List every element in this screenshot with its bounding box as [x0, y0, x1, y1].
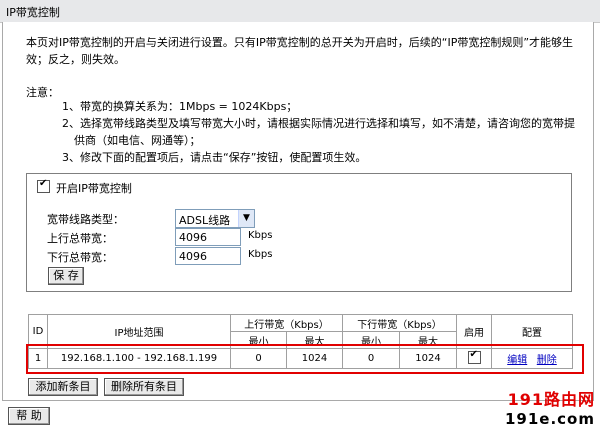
help-button[interactable]: 帮 助 — [8, 407, 50, 425]
down-bandwidth-value: 4096 — [179, 250, 207, 263]
notes-heading: 注意： — [26, 86, 59, 99]
header-up: 上行带宽（Kbps） — [230, 314, 343, 332]
watermark-line2: 191e.com — [504, 410, 595, 428]
title-bar: IP带宽控制 — [0, 0, 600, 23]
note-item: 供商（如电信、网通等）； — [74, 134, 201, 147]
watermark-logo: 191路由网 191e.com — [495, 386, 595, 428]
add-entry-button[interactable]: 添加新条目 — [28, 378, 98, 396]
delete-all-button[interactable]: 删除所有条目 — [104, 378, 184, 396]
down-bandwidth-input[interactable]: 4096 — [175, 247, 241, 265]
line-type-label: 宽带线路类型： — [47, 213, 124, 226]
watermark-line1: 191路由网 — [507, 390, 595, 409]
header-down: 下行带宽（Kbps） — [342, 314, 457, 332]
enable-checkbox[interactable] — [37, 178, 50, 193]
up-unit: Kbps — [248, 230, 273, 241]
note-item: 2、选择宽带线路类型及填写带宽大小时，请根据实际情况进行选择和填写，如不清楚，请… — [62, 117, 575, 130]
page-title: IP带宽控制 — [6, 6, 60, 19]
enable-label: 开启IP带宽控制 — [56, 182, 132, 195]
up-bandwidth-input[interactable]: 4096 — [175, 228, 241, 246]
highlight-box — [26, 344, 584, 374]
note-item: 3、修改下面的配置项后，请点击“保存”按钮，使配置项生效。 — [62, 151, 367, 164]
intro-text: 本页对IP带宽控制的开启与关闭进行设置。只有IP带宽控制的总开关为开启时，后续的… — [26, 36, 574, 66]
up-bandwidth-value: 4096 — [179, 231, 207, 244]
line-type-select[interactable]: ADSL线路 ▼ — [175, 209, 255, 228]
up-bandwidth-label: 上行总带宽： — [47, 232, 113, 245]
save-button[interactable]: 保 存 — [48, 267, 84, 285]
line-type-value: ADSL线路 — [179, 214, 231, 227]
note-item: 1、带宽的换算关系为：1Mbps = 1024Kbps； — [62, 100, 298, 113]
chevron-down-icon[interactable]: ▼ — [238, 210, 254, 227]
down-unit: Kbps — [248, 249, 273, 260]
down-bandwidth-label: 下行总带宽： — [47, 251, 113, 264]
